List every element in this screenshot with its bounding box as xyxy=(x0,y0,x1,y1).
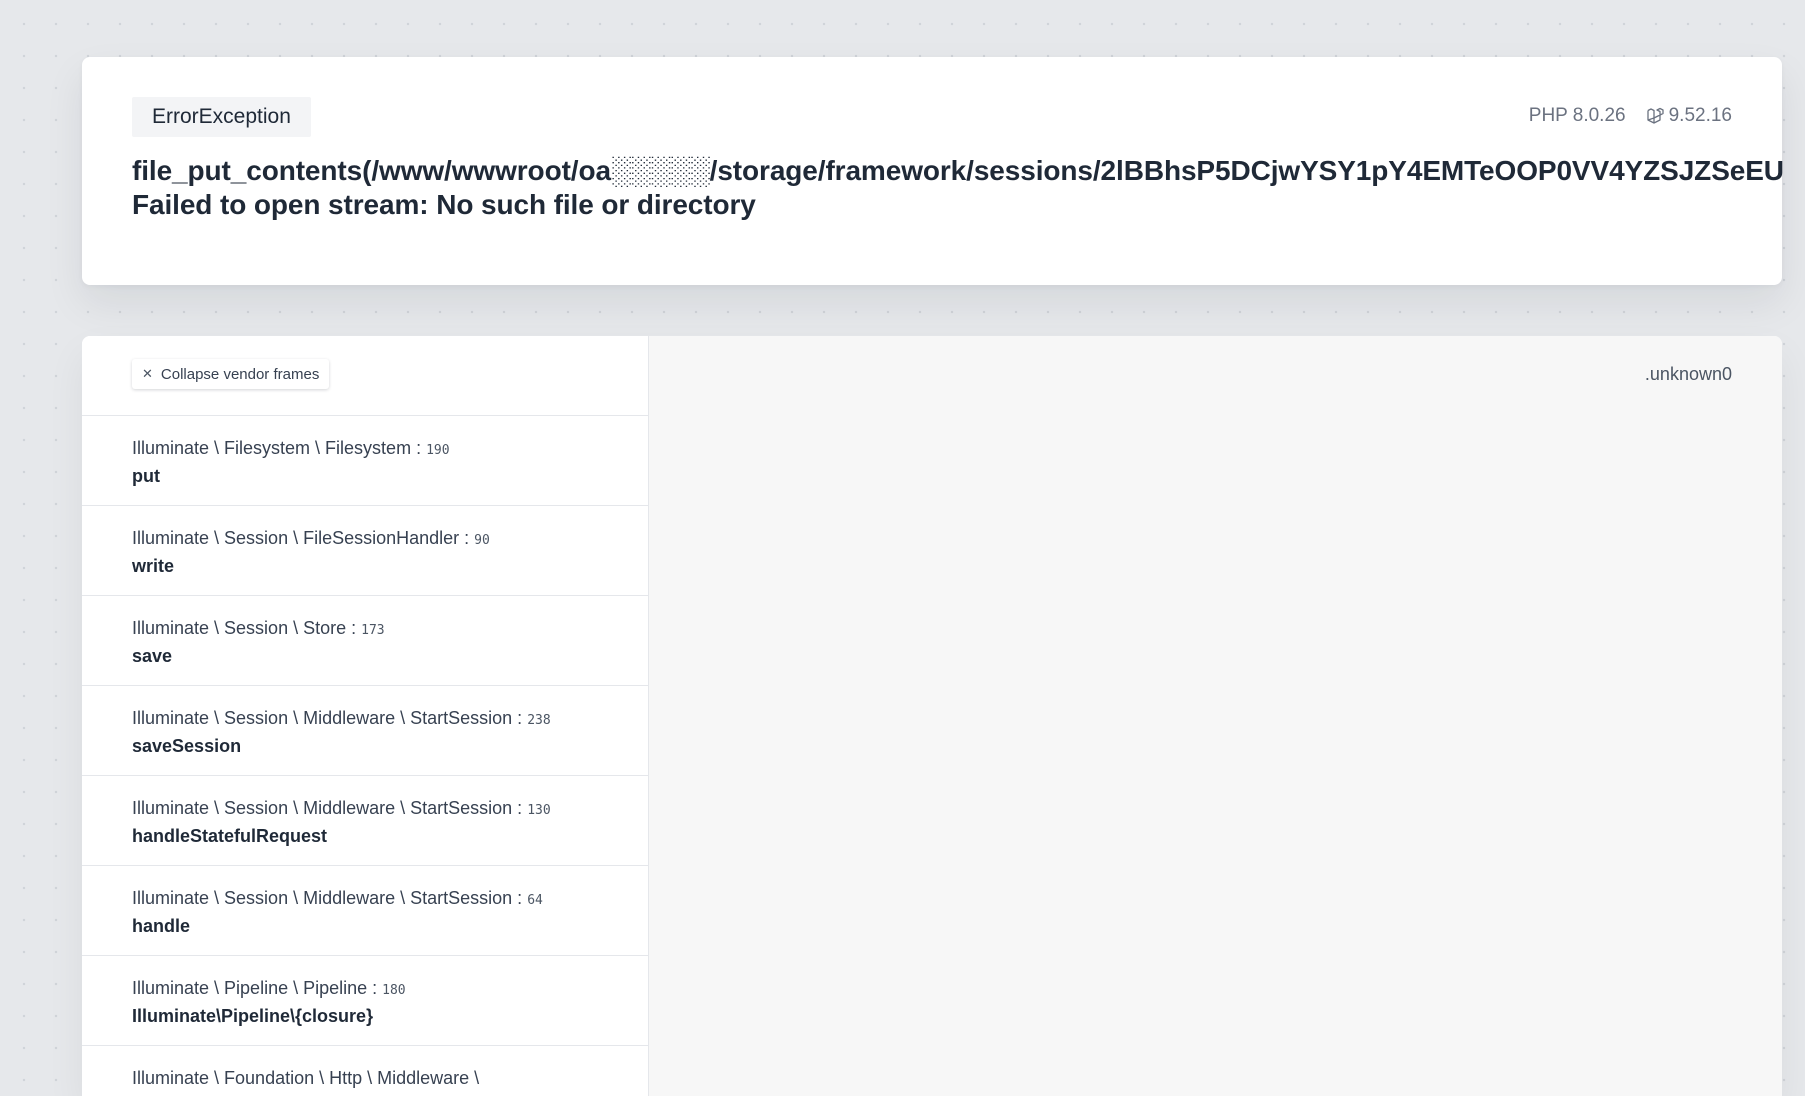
frame-method: save xyxy=(132,646,173,666)
frame-method: handleStatefulRequest xyxy=(132,826,328,846)
exception-message: file_put_contents(/www/wwwroot/oa░░░░░/s… xyxy=(132,154,1784,222)
stack-frame[interactable]: Illuminate \ Session \ Middleware \ Star… xyxy=(82,686,648,776)
file-name: .unknown0 xyxy=(1644,364,1732,384)
stack-frame[interactable]: Illuminate \ Filesystem \ Filesystem : 1… xyxy=(82,416,648,506)
frame-class: Illuminate \ Session \ Middleware \ Star… xyxy=(132,798,513,818)
frame-location: Illuminate \ Session \ Middleware \ Star… xyxy=(132,888,543,908)
frame-location: Illuminate \ Session \ FileSessionHandle… xyxy=(132,528,490,548)
frame-class: Illuminate \ Pipeline \ Pipeline xyxy=(132,978,368,998)
laravel-icon xyxy=(1646,107,1664,125)
frame-line-number: 64 xyxy=(527,893,543,908)
close-icon: ✕ xyxy=(142,366,153,381)
frame-location: Illuminate \ Foundation \ Http \ Middlew… xyxy=(132,1066,598,1090)
stack-frame[interactable]: Illuminate \ Foundation \ Http \ Middlew… xyxy=(82,1046,648,1096)
stack-frame[interactable]: Illuminate \ Session \ Store : 173 save xyxy=(82,596,648,686)
frame-line-number: 238 xyxy=(527,713,551,728)
stack-frame[interactable]: Illuminate \ Pipeline \ Pipeline : 180 I… xyxy=(82,956,648,1046)
collapse-vendor-frames-label: Collapse vendor frames xyxy=(160,365,320,383)
frame-class: Illuminate \ Session \ Middleware \ Star… xyxy=(132,888,513,908)
frame-location: Illuminate \ Session \ Store : 173 xyxy=(132,618,385,638)
frame-line-number: 130 xyxy=(527,803,551,818)
frame-method: handle xyxy=(132,916,191,936)
exception-class-badge: ErrorException xyxy=(132,97,311,137)
frame-line-number: 190 xyxy=(426,443,450,458)
code-snippet-panel: .unknown0 xyxy=(649,336,1782,1096)
frame-method: saveSession xyxy=(132,736,242,756)
frame-class: Illuminate \ Filesystem \ Filesystem xyxy=(132,438,412,458)
frame-line-number: 173 xyxy=(361,623,385,638)
frame-method: write xyxy=(132,556,175,576)
frame-location: Illuminate \ Session \ Middleware \ Star… xyxy=(132,708,551,728)
frame-class: Illuminate \ Session \ Store xyxy=(132,618,347,638)
frame-line-number: 180 xyxy=(382,983,406,998)
collapse-vendor-frames-button[interactable]: ✕ Collapse vendor frames xyxy=(132,359,330,389)
frame-method: put xyxy=(132,466,160,486)
stack-frame[interactable]: Illuminate \ Session \ FileSessionHandle… xyxy=(82,506,648,596)
frame-method: Illuminate\Pipeline\{closure} xyxy=(132,1006,374,1026)
exception-message-line2: Failed to open stream: No such file or d… xyxy=(132,189,756,220)
frame-location: Illuminate \ Session \ Middleware \ Star… xyxy=(132,798,551,818)
frames-header: ✕ Collapse vendor frames xyxy=(82,336,648,416)
frame-location: Illuminate \ Filesystem \ Filesystem : 1… xyxy=(132,438,450,458)
version-info: PHP 8.0.26 9.52.16 xyxy=(1529,105,1732,127)
stack-frame[interactable]: Illuminate \ Session \ Middleware \ Star… xyxy=(82,776,648,866)
exception-header-card: ErrorException PHP 8.0.26 9.52.16 file_p… xyxy=(82,57,1784,285)
laravel-version: 9.52.16 xyxy=(1668,105,1732,126)
php-version: PHP 8.0.26 xyxy=(1528,105,1626,126)
exception-message-line1: file_put_contents(/www/wwwroot/oa░░░░░/s… xyxy=(132,155,1784,186)
frames-panel: ✕ Collapse vendor frames Illuminate \ Fi… xyxy=(82,336,649,1096)
frame-class: Illuminate \ Foundation \ Http \ Middlew… xyxy=(132,1068,480,1088)
frame-line-number: 90 xyxy=(474,533,490,548)
frame-class: Illuminate \ Session \ Middleware \ Star… xyxy=(132,708,513,728)
stack-frame[interactable]: Illuminate \ Session \ Middleware \ Star… xyxy=(82,866,648,956)
frame-class: Illuminate \ Session \ FileSessionHandle… xyxy=(132,528,460,548)
frame-location: Illuminate \ Pipeline \ Pipeline : 180 xyxy=(132,978,406,998)
stack-trace-card: ✕ Collapse vendor frames Illuminate \ Fi… xyxy=(82,336,1782,1096)
